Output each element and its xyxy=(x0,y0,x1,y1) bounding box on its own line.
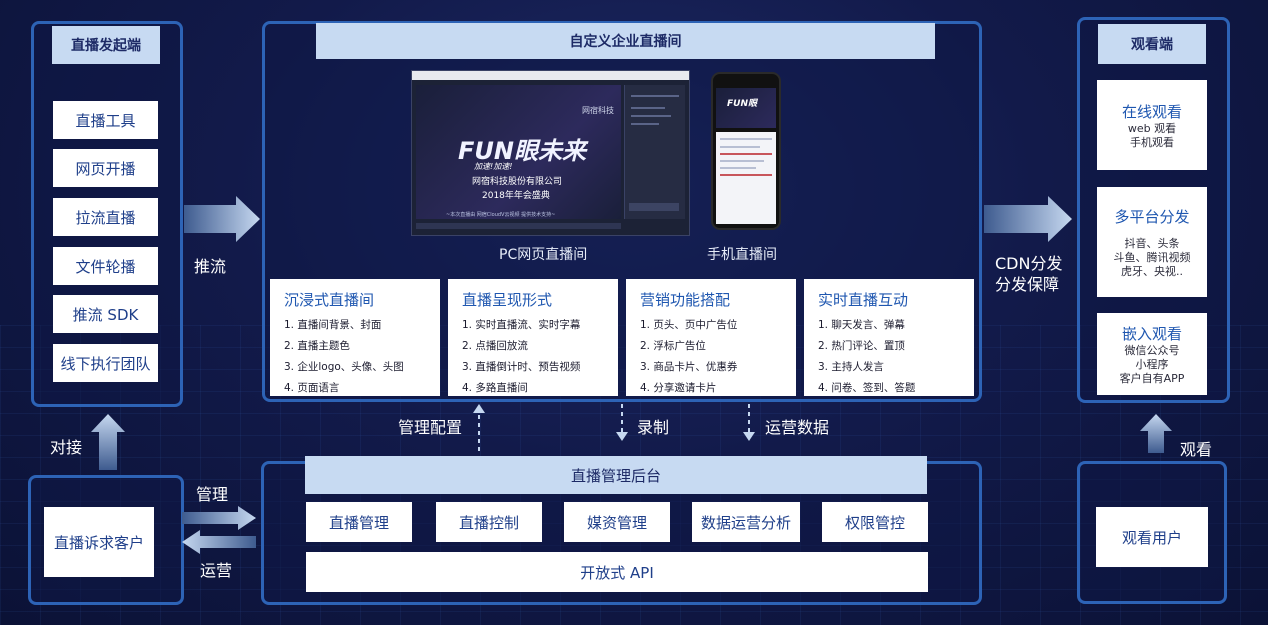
card-item: 2. 浮标广告位 xyxy=(640,340,706,352)
preview-event: 2018年年会盛典 xyxy=(482,191,550,201)
backend-live-manage: 直播管理 xyxy=(306,502,412,542)
tool-file-loop: 文件轮播 xyxy=(53,247,158,285)
chat-side-panel xyxy=(624,85,685,219)
backend-media-manage: 媒资管理 xyxy=(564,502,670,542)
multi-platform-box: 多平台分发 抖音、头条 斗鱼、腾讯视频 虎牙、央视.. xyxy=(1097,187,1207,297)
feature-card: 营销功能搭配 1. 页头、页中广告位 2. 浮标广告位 3. 商品卡片、优惠券 … xyxy=(626,279,796,396)
card-item: 1. 页头、页中广告位 xyxy=(640,319,738,331)
online-watch-box: 在线观看 web 观看 手机观看 xyxy=(1097,80,1207,170)
card-item: 4. 页面语言 xyxy=(284,382,340,394)
preview-note: ~本次直播由 网宿CloudV云视频 提供技术支持~ xyxy=(446,212,556,218)
dock-arrow xyxy=(91,414,125,470)
online-watch-title: 在线观看 xyxy=(1121,102,1182,121)
card-item: 4. 分享邀请卡片 xyxy=(640,382,717,394)
pc-caption: PC网页直播间 xyxy=(499,247,588,263)
embed-watch-sub: 客户自有APP xyxy=(1119,371,1185,385)
pc-live-preview: 网宿科技 FUN眼未来 加速!加速! 网宿科技股份有限公司 2018年年会盛典 … xyxy=(411,70,690,236)
backend-live-control: 直播控制 xyxy=(436,502,542,542)
card-item: 4. 多路直播间 xyxy=(462,382,528,394)
card-item: 2. 热门评论、置顶 xyxy=(818,340,905,352)
feature-card: 直播呈现形式 1. 实时直播流、实时字幕 2. 点播回放流 3. 直播倒计时、预… xyxy=(448,279,618,396)
card-item: 3. 主持人发言 xyxy=(818,361,884,373)
record-arrow-head xyxy=(616,432,628,441)
viewer-user-box: 观看用户 xyxy=(1096,507,1208,567)
multi-platform-sub: 斗鱼、腾讯视频 xyxy=(1113,250,1191,264)
preview-brand: 网宿科技 xyxy=(582,106,614,115)
card-item: 2. 直播主题色 xyxy=(284,340,350,352)
operate-arrow xyxy=(182,530,256,554)
cdn-label-line2: 分发保障 xyxy=(995,275,1060,294)
push-label: 推流 xyxy=(194,257,227,276)
operate-label: 运营 xyxy=(200,561,233,580)
backend-permission: 权限管控 xyxy=(822,502,928,542)
customer-box: 直播诉求客户 xyxy=(44,507,154,577)
embed-watch-sub: 微信公众号 xyxy=(1124,343,1180,357)
embed-watch-box: 嵌入观看 微信公众号 小程序 客户自有APP xyxy=(1097,313,1207,395)
ops-arrow-head xyxy=(743,432,755,441)
card-item: 1. 聊天发言、弹幕 xyxy=(818,319,905,331)
card-title: 直播呈现形式 xyxy=(462,291,553,309)
card-item: 3. 企业logo、头像、头图 xyxy=(284,361,404,373)
card-title: 沉浸式直播间 xyxy=(284,291,375,309)
config-label: 管理配置 xyxy=(398,418,463,437)
multi-platform-sub: 抖音、头条 xyxy=(1124,236,1180,250)
backend-data-analysis: 数据运营分析 xyxy=(692,502,800,542)
tool-live-tools: 直播工具 xyxy=(53,101,158,139)
online-watch-sub: web 观看 xyxy=(1127,121,1177,135)
tool-pull-stream: 拉流直播 xyxy=(53,198,158,236)
backend-title: 直播管理后台 xyxy=(305,456,927,494)
open-api-box: 开放式 API xyxy=(306,552,928,592)
preview-slogan-sub: 加速!加速! xyxy=(474,162,513,171)
tool-web-broadcast: 网页开播 xyxy=(53,149,158,187)
watch-label: 观看 xyxy=(1180,440,1213,459)
manage-arrow xyxy=(182,506,256,530)
feature-card: 沉浸式直播间 1. 直播间背景、封面 2. 直播主题色 3. 企业logo、头像… xyxy=(270,279,440,396)
multi-platform-title: 多平台分发 xyxy=(1114,207,1190,226)
push-arrow xyxy=(184,196,260,242)
tool-push-sdk: 推流 SDK xyxy=(53,295,158,333)
player-controls xyxy=(416,223,621,229)
feature-card: 实时直播互动 1. 聊天发言、弹幕 2. 热门评论、置顶 3. 主持人发言 4.… xyxy=(804,279,974,396)
manage-label: 管理 xyxy=(196,485,229,504)
live-room-title: 自定义企业直播间 xyxy=(316,23,935,59)
card-item: 3. 直播倒计时、预告视频 xyxy=(462,361,581,373)
card-item: 2. 点播回放流 xyxy=(462,340,528,352)
card-item: 1. 实时直播流、实时字幕 xyxy=(462,319,581,331)
mobile-chat xyxy=(716,132,776,224)
browser-titlebar xyxy=(412,71,689,80)
card-item: 1. 直播间背景、封面 xyxy=(284,319,382,331)
record-label: 录制 xyxy=(637,418,670,437)
ops-data-label: 运营数据 xyxy=(765,418,830,437)
online-watch-sub: 手机观看 xyxy=(1130,135,1174,149)
dock-label: 对接 xyxy=(50,438,83,457)
tool-offline-team: 线下执行团队 xyxy=(53,344,158,382)
card-item: 3. 商品卡片、优惠券 xyxy=(640,361,738,373)
watch-arrow xyxy=(1140,414,1172,453)
cdn-arrow xyxy=(984,196,1072,242)
mobile-live-preview: FUN眼 xyxy=(711,72,781,230)
embed-watch-sub: 小程序 xyxy=(1135,357,1169,371)
card-title: 营销功能搭配 xyxy=(640,291,731,309)
broadcaster-title: 直播发起端 xyxy=(52,26,160,64)
card-title: 实时直播互动 xyxy=(818,291,909,309)
config-arrow-head xyxy=(473,404,485,413)
card-item: 4. 问卷、签到、答题 xyxy=(818,382,916,394)
mobile-caption: 手机直播间 xyxy=(707,247,777,263)
embed-watch-title: 嵌入观看 xyxy=(1121,324,1182,343)
viewer-title: 观看端 xyxy=(1098,24,1206,64)
preview-company: 网宿科技股份有限公司 xyxy=(472,177,563,187)
multi-platform-sub: 虎牙、央视.. xyxy=(1121,264,1183,278)
